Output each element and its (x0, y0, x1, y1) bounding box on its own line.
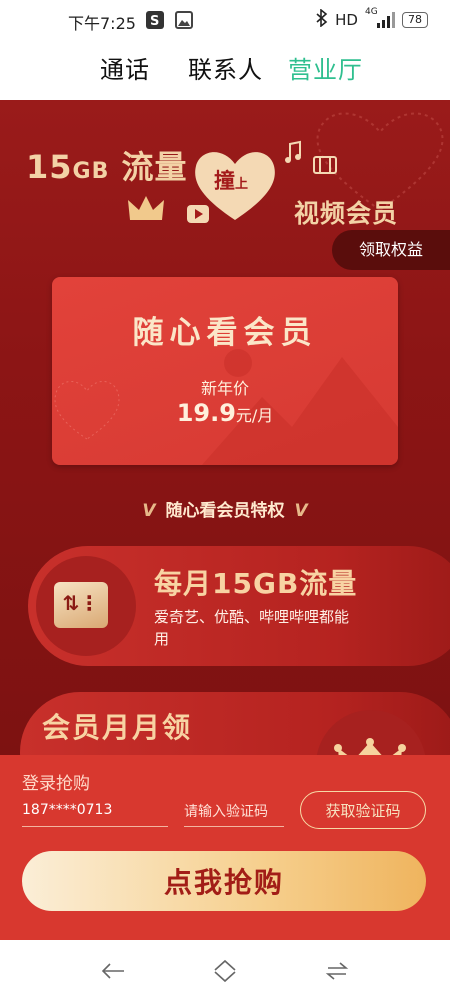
back-icon[interactable] (96, 954, 130, 988)
play-icon (187, 205, 209, 223)
banner-title: 15GB 流量 (26, 142, 188, 188)
crown-icon (334, 738, 406, 755)
banner-title-rest: 流量 (109, 148, 188, 186)
privilege-heading: V 随心看会员特权 V (0, 496, 450, 521)
membership-card: 随心看会员 新年价 19.9元/月 (52, 277, 398, 465)
music-note-icon (285, 140, 301, 163)
promo-content: 15GB 流量 撞上 视频会员 领取权益 随心看会员 新年价 19.9元/月 V… (0, 100, 450, 755)
banner-size-num: 15 (26, 148, 73, 186)
banner-size-unit: GB (72, 159, 110, 184)
status-bar: 下午7:25 S HD 4G 78 (0, 0, 450, 40)
tab-calls[interactable]: 通话 (100, 50, 150, 85)
network-label: HD (335, 11, 358, 29)
signal-icon: 4G (365, 7, 395, 29)
heart-text-small: 上 (235, 177, 249, 192)
bluetooth-icon (316, 8, 328, 31)
chevron-icon: V (142, 501, 156, 521)
battery-icon: 78 (402, 12, 428, 28)
feature-icon-circle (316, 710, 426, 755)
verification-code-input[interactable] (184, 797, 284, 827)
feature-monthly-member: 会员月月领 (20, 692, 450, 755)
feature-description: 爱奇艺、优酷、哔哩哔哩都能用 (154, 608, 350, 648)
card-title: 随心看会员 (132, 315, 318, 351)
form-label: 登录抢购 (22, 774, 90, 794)
price-unit: 元/月 (235, 406, 274, 425)
film-icon (313, 156, 337, 174)
card-subtitle: 新年价 (200, 379, 249, 398)
privilege-title: 随心看会员特权 (165, 501, 285, 521)
sogou-icon: S (146, 11, 164, 29)
system-nav-bar (0, 940, 450, 1000)
price-value: 19.9 (176, 399, 236, 427)
purchase-form: 登录抢购 187****0713 获取验证码 点我抢购 (0, 755, 450, 940)
get-code-button[interactable]: 获取验证码 (300, 791, 426, 829)
feature-title: 会员月月领 (42, 711, 193, 744)
feature-data-plan: ⇅⋮ 每月15GB流量 爱奇艺、优酷、哔哩哔哩都能用 (28, 546, 450, 666)
recents-icon[interactable] (320, 954, 354, 988)
status-time: 下午7:25 (68, 14, 136, 33)
phone-number-field[interactable]: 187****0713 (22, 797, 168, 827)
buy-now-button[interactable]: 点我抢购 (22, 851, 426, 911)
banner-video-member: 视频会员 (294, 199, 399, 228)
svg-text:S: S (150, 14, 159, 29)
claim-benefits-button[interactable]: 领取权益 (332, 230, 450, 270)
image-icon (175, 11, 193, 29)
heart-text-main: 撞 (214, 169, 235, 193)
ticket-symbol: ⇅⋮ (62, 591, 100, 615)
ticket-icon: ⇅⋮ (54, 582, 108, 628)
chevron-icon: V (294, 501, 308, 521)
feature-title: 每月15GB流量 (154, 567, 358, 600)
crown-icon (128, 196, 164, 220)
status-right: HD 4G 78 (316, 7, 428, 31)
top-tab-bar: 通话 联系人 营业厅 (0, 40, 450, 100)
home-icon[interactable] (208, 954, 242, 988)
tab-contacts[interactable]: 联系人 (188, 50, 263, 85)
card-price: 19.9元/月 (52, 399, 398, 427)
heart-text: 撞上 (214, 165, 248, 195)
tab-service-hall[interactable]: 营业厅 (288, 50, 363, 85)
